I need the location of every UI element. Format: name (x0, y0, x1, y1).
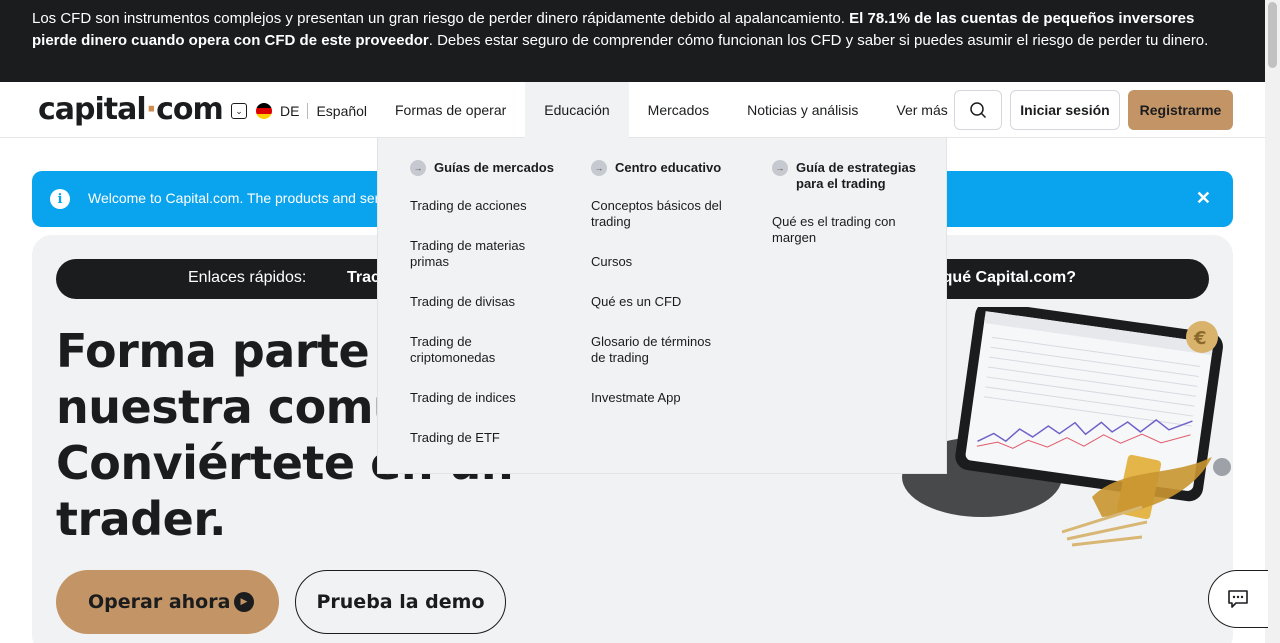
search-icon (970, 102, 987, 119)
main-nav: Formas de operar Educación Mercados Noti… (376, 82, 967, 138)
page-scrollbar[interactable] (1265, 0, 1280, 643)
country-code: DE (280, 103, 300, 119)
logo-main: capital (38, 92, 147, 127)
close-icon[interactable]: ✕ (1196, 188, 1211, 209)
menu-heading-text: Guías de mercados (434, 160, 554, 175)
arrow-right-icon: → (772, 160, 788, 176)
nav-educacion[interactable]: Educación (525, 82, 629, 138)
nav-formas-de-operar[interactable]: Formas de operar (376, 82, 525, 138)
chat-button[interactable] (1208, 570, 1268, 628)
menu-item[interactable]: Glosario de términos de trading (591, 334, 721, 366)
register-button[interactable]: Registrarme (1128, 90, 1233, 130)
hero-title-line: trader. (56, 492, 226, 546)
chevron-down-icon[interactable]: ⌄ (231, 103, 247, 119)
risk-text-end: . Debes estar seguro de comprender cómo … (428, 32, 1209, 49)
menu-item[interactable]: Trading de acciones (410, 198, 570, 214)
menu-item[interactable]: Qué es un CFD (591, 294, 751, 310)
menu-column-heading[interactable]: → Guías de mercados (410, 160, 570, 176)
svg-text:€: € (1193, 328, 1207, 349)
menu-heading-text: Centro educativo (615, 160, 722, 175)
search-button[interactable] (954, 90, 1002, 130)
menu-heading-text: Guía de estrategias para el trading (796, 160, 916, 191)
play-icon: ▶ (234, 592, 254, 612)
menu-item[interactable]: Investmate App (591, 390, 751, 406)
menu-item[interactable]: Trading de criptomonedas (410, 334, 520, 366)
menu-item[interactable]: Qué es el trading con margen (772, 214, 912, 246)
info-icon: i (50, 189, 70, 209)
quick-link-trading[interactable]: Trac (347, 269, 380, 287)
menu-item[interactable]: Trading de ETF (410, 430, 570, 446)
operar-ahora-label: Operar ahora (88, 591, 231, 613)
arrow-right-icon: → (410, 160, 426, 176)
menu-column-guias: → Guías de mercados Trading de acciones T… (410, 160, 570, 470)
logo-tail: com (156, 92, 224, 127)
menu-item[interactable]: Cursos (591, 254, 751, 270)
quick-link-why-capital[interactable]: qué Capital.com? (943, 269, 1076, 287)
scrollbar-thumb[interactable] (1268, 2, 1277, 68)
welcome-text: Welcome to Capital.com. The products and… (88, 190, 390, 206)
germany-flag-icon (256, 103, 272, 119)
site-header: capital·com ⌄ DE Español Formas de opera… (0, 82, 1265, 138)
menu-column-centro-educativo: → Centro educativo Conceptos básicos del … (591, 160, 751, 430)
logo-dot: · (145, 92, 157, 127)
education-mega-menu: → Guías de mercados Trading de acciones T… (377, 138, 947, 474)
chat-icon (1228, 590, 1248, 608)
divider (307, 103, 309, 119)
nav-mercados[interactable]: Mercados (629, 82, 728, 138)
menu-column-estrategias: → Guía de estrategias para el trading Qué… (772, 160, 922, 270)
capital-com-logo[interactable]: capital·com (38, 92, 224, 127)
risk-text: Los CFD son instrumentos complejos y pre… (32, 10, 850, 27)
login-button[interactable]: Iniciar sesión (1010, 90, 1120, 130)
menu-item[interactable]: Trading de indices (410, 390, 570, 406)
language-selector[interactable]: ⌄ DE Español (231, 101, 367, 121)
menu-item[interactable]: Trading de materias primas (410, 238, 545, 270)
language-label: Español (316, 103, 368, 119)
menu-column-heading[interactable]: → Guía de estrategias para el trading (772, 160, 922, 192)
quick-links-label: Enlaces rápidos: (188, 269, 307, 286)
arrow-right-icon: → (591, 160, 607, 176)
operar-ahora-button[interactable]: Operar ahora ▶ (56, 570, 279, 634)
menu-item[interactable]: Conceptos básicos del trading (591, 198, 736, 230)
nav-noticias-y-analisis[interactable]: Noticias y análisis (728, 82, 877, 138)
metal-ball-icon (1213, 458, 1231, 476)
demo-button[interactable]: Prueba la demo (295, 570, 506, 634)
risk-warning-banner: Los CFD son instrumentos complejos y pre… (0, 0, 1265, 82)
menu-column-heading[interactable]: → Centro educativo (591, 160, 751, 176)
menu-item[interactable]: Trading de divisas (410, 294, 570, 310)
